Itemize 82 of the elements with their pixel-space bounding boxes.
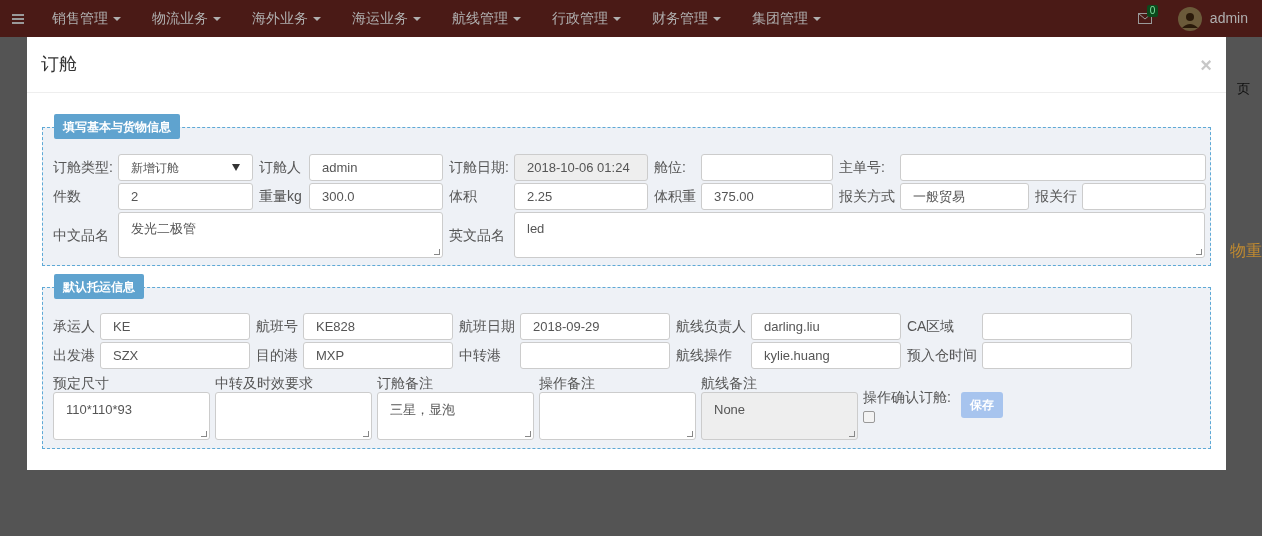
field-label: 航线操作 [676, 346, 733, 365]
field-label: 航班日期 [459, 317, 516, 336]
input-field[interactable]: MXP [303, 342, 453, 369]
input-field[interactable] [520, 342, 670, 369]
field-label: 重量kg [259, 187, 303, 206]
input-field[interactable] [900, 154, 1206, 181]
field-label: 承运人 [53, 317, 96, 336]
field-label: 主单号: [839, 158, 886, 177]
field-label: 中转港 [459, 346, 502, 365]
dialog-title: 订舱 [41, 53, 77, 76]
field-label: 航线备注 [701, 375, 758, 392]
caret-icon [232, 164, 240, 171]
nav-menu-item[interactable]: 销售管理 [52, 8, 152, 29]
field-label: 订舱日期: [449, 158, 510, 177]
input-field[interactable]: 2 [118, 183, 253, 210]
input-field[interactable] [982, 313, 1132, 340]
nav-menu-item[interactable]: 海外业务 [252, 8, 352, 29]
field-label: 英文品名 [449, 225, 506, 245]
input-field[interactable]: 2018-09-29 [520, 313, 670, 340]
nav-menu-item[interactable]: 行政管理 [552, 8, 652, 29]
caret-icon [113, 16, 121, 21]
input-field[interactable]: darling.liu [751, 313, 901, 340]
text-area[interactable]: 三星，显泡 [377, 392, 534, 440]
field-label: 体积 [449, 187, 478, 206]
field-label: CA区域 [907, 317, 956, 336]
checkbox-label: 操作确认订舱: [863, 388, 952, 407]
field-label: 航线负责人 [676, 317, 747, 336]
field-label: 中转及时效要求 [215, 375, 314, 392]
input-field[interactable]: KE828 [303, 313, 453, 340]
input-field[interactable] [701, 154, 833, 181]
field-label: 预入仓时间 [907, 346, 978, 365]
field-label: 件数 [53, 187, 82, 206]
field-label: 目的港 [256, 346, 299, 365]
input-field[interactable]: 300.0 [309, 183, 443, 210]
text-area[interactable] [215, 392, 372, 440]
background-text: 物重 [1230, 240, 1262, 261]
field-label: 航班号 [256, 317, 299, 336]
field-label: 中文品名 [53, 225, 110, 245]
caret-icon [313, 16, 321, 21]
nav-menu-item[interactable]: 航线管理 [452, 8, 552, 29]
notification-badge: 0 [1146, 5, 1159, 17]
field-label: 操作备注 [539, 375, 596, 392]
text-area[interactable]: 发光二极管 [118, 212, 443, 258]
nav-menu-item[interactable]: 海运业务 [352, 8, 452, 29]
input-field[interactable]: 一般贸易 [900, 183, 1029, 210]
field-label: 订舱备注 [377, 375, 434, 392]
input-field[interactable] [982, 342, 1132, 369]
nav-menu-item[interactable]: 财务管理 [652, 8, 752, 29]
avatar[interactable] [1177, 6, 1202, 31]
checkbox[interactable] [863, 411, 875, 423]
input-field[interactable]: admin [309, 154, 443, 181]
input-field[interactable]: 375.00 [701, 183, 833, 210]
input-field[interactable]: 2.25 [514, 183, 648, 210]
field-label: 报关方式 [839, 187, 896, 206]
input-field[interactable]: KE [100, 313, 250, 340]
nav-menu-item[interactable]: 集团管理 [752, 8, 852, 29]
caret-icon [713, 16, 721, 21]
user-name[interactable]: admin [1209, 8, 1248, 29]
type-select[interactable]: 新增订舱 [118, 154, 253, 181]
input-field[interactable]: kylie.huang [751, 342, 901, 369]
text-area[interactable]: 110*110*93 [53, 392, 210, 440]
text-area[interactable]: led [514, 212, 1205, 258]
section-legend: 填写基本与货物信息 [54, 114, 180, 139]
caret-icon [813, 16, 821, 21]
caret-icon [613, 16, 621, 21]
field-label: 出发港 [53, 346, 96, 365]
field-label: 订舱类型: [53, 158, 114, 177]
field-label: 报关行 [1035, 187, 1078, 206]
field-label: 预定尺寸 [53, 375, 110, 392]
field-label: 订舱人 [259, 158, 302, 177]
mail-icon[interactable] [1137, 13, 1152, 24]
section-legend: 默认托运信息 [54, 274, 144, 299]
caret-icon [513, 16, 521, 21]
field-label: 体积重 [654, 187, 697, 206]
nav-menu-item[interactable]: 物流业务 [152, 8, 252, 29]
field-label: 舱位: [654, 158, 687, 177]
input-field[interactable] [1082, 183, 1206, 210]
menu-icon[interactable] [12, 13, 24, 24]
text-area[interactable] [539, 392, 696, 440]
input-field[interactable]: SZX [100, 342, 250, 369]
caret-icon [213, 16, 221, 21]
caret-icon [413, 16, 421, 21]
